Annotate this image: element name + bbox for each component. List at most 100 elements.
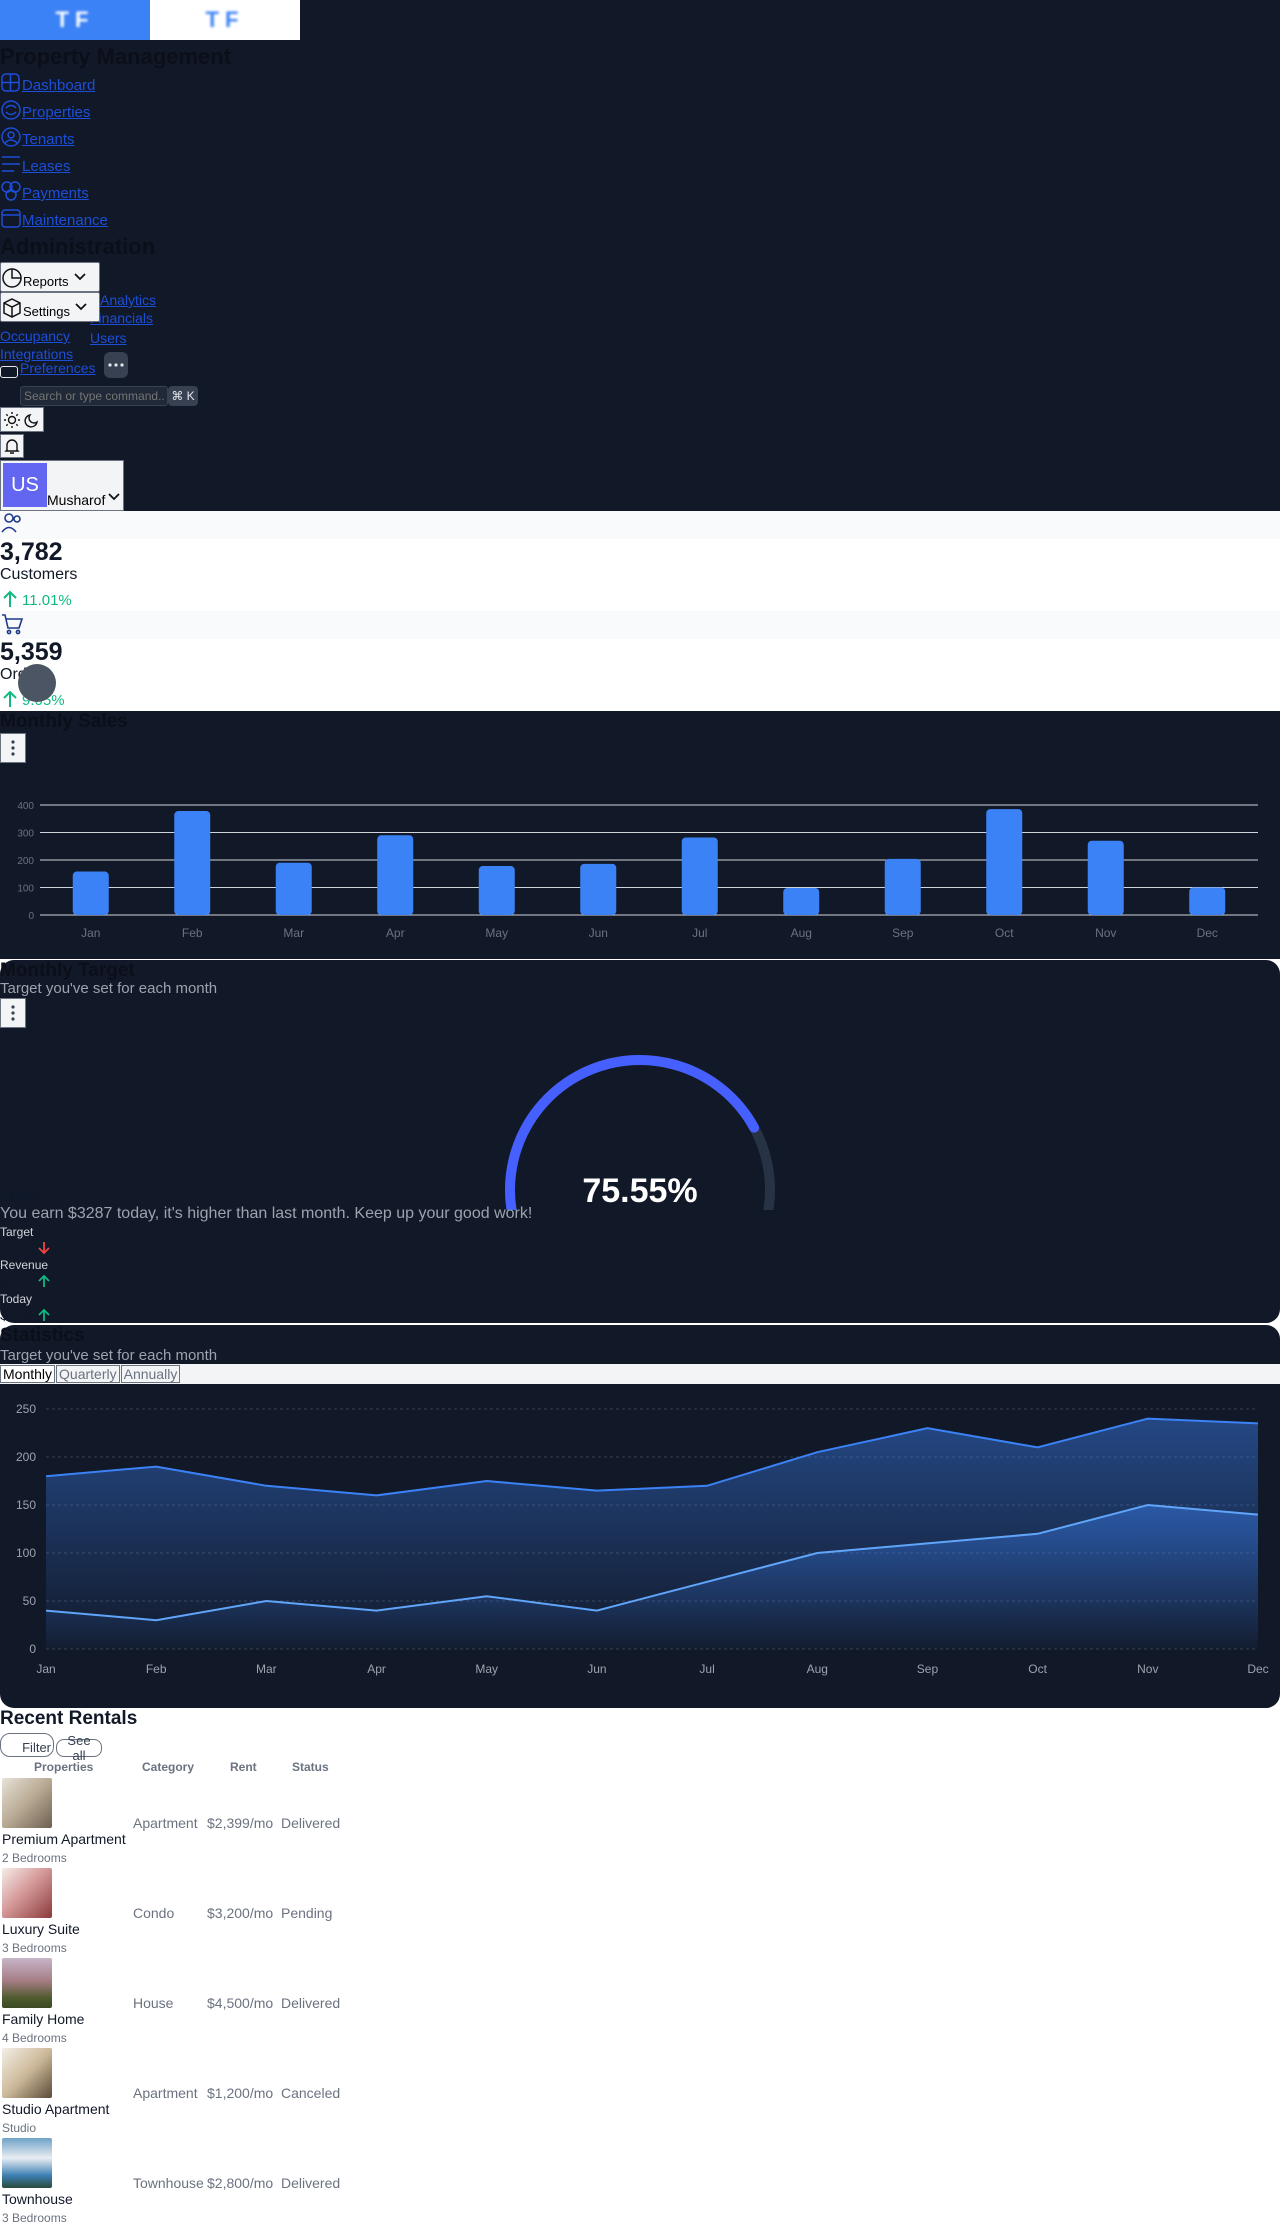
table-header: Category	[142, 1760, 195, 1774]
monthly-sales-card: Monthly Sales 0 100 200 300 400 Jan Feb Mar Apr M…	[0, 711, 1280, 959]
filter-label: Filter	[22, 1740, 51, 1755]
sidebar-item-label: Properties	[22, 104, 91, 121]
arrow-up-icon	[38, 1274, 50, 1288]
logo-dark-variant: TF	[0, 0, 150, 40]
property-subtitle: 3 Bedrooms	[2, 1941, 67, 1955]
stat-value-text: $20K	[0, 1272, 36, 1290]
x-tick-label: Jul	[692, 926, 707, 940]
x-tick-label: May	[485, 926, 508, 940]
moon-icon	[24, 413, 39, 428]
user-menu-button[interactable]: US Musharof	[0, 460, 124, 511]
cell-category: House	[133, 1995, 174, 2011]
sidebar-subitem[interactable]: Users	[90, 330, 127, 346]
settings-dropdown[interactable]: Settings	[0, 292, 100, 322]
card-menu-button[interactable]	[0, 998, 26, 1028]
metric-label: Customers	[0, 566, 78, 583]
property-thumbnail	[2, 2048, 52, 2098]
box-icon	[1, 297, 23, 319]
card-menu-button[interactable]	[0, 733, 26, 763]
period-tabs: Monthly Quarterly Annually	[0, 1364, 1280, 1384]
sidebar-toggle-icon[interactable]	[0, 366, 18, 378]
x-tick-label: Oct	[1028, 1662, 1047, 1676]
y-tick-label: 100	[16, 1546, 36, 1560]
sidebar-item-tenants[interactable]: Tenants	[0, 126, 75, 148]
filter-button[interactable]: Filter	[0, 1733, 54, 1757]
bar-jul	[681, 837, 718, 915]
property-name: Family Home	[2, 2011, 85, 2027]
sidebar-item-dashboard[interactable]: Dashboard	[0, 72, 95, 94]
card-title: Monthly Target	[0, 960, 135, 981]
y-tick-label: 100	[17, 884, 34, 895]
metric-delta: 11.01%	[0, 589, 72, 609]
more-button[interactable]	[104, 352, 128, 378]
theme-toggle[interactable]	[0, 407, 44, 432]
pie-chart-icon	[1, 267, 23, 289]
chevron-down-icon	[107, 489, 121, 503]
property-subtitle: 2 Bedrooms	[2, 1851, 67, 1865]
x-tick-label: Feb	[146, 1662, 167, 1676]
bar-feb	[174, 811, 211, 915]
x-tick-label: Dec	[1197, 926, 1218, 940]
x-tick-label: Jul	[699, 1662, 714, 1676]
tab-monthly[interactable]: Monthly	[0, 1365, 56, 1383]
y-tick-label: 150	[16, 1498, 36, 1512]
y-tick-label: 200	[17, 856, 34, 867]
property-name: Luxury Suite	[2, 1921, 80, 1937]
sidebar-subitem[interactable]: Preferences	[20, 360, 95, 376]
cell-status: Delivered	[281, 1995, 341, 2011]
bar-sep	[884, 858, 921, 915]
card-subtitle: Target you've set for each month	[0, 1347, 218, 1364]
sidebar-subitem[interactable]: Occupancy	[0, 328, 70, 344]
cell-category: Apartment	[133, 1815, 198, 1831]
target-note: You earn $3287 today, it's higher than l…	[0, 1205, 533, 1222]
notifications-button[interactable]	[0, 434, 24, 458]
x-tick-label: Mar	[256, 1662, 277, 1676]
list-icon	[0, 153, 22, 175]
chevron-down-icon	[74, 299, 88, 313]
cell-rent: $4,500/mo	[207, 1995, 274, 2011]
sidebar-item-payments[interactable]: Payments	[0, 180, 89, 202]
metric-value: 5,359	[0, 638, 63, 666]
table-header: Status	[292, 1760, 329, 1774]
card-title: Statistics	[0, 1325, 85, 1346]
cell-status: Delivered	[281, 1815, 341, 1831]
sidebar-item-maintenance[interactable]: Maintenance	[0, 207, 108, 229]
table-header: Rent	[230, 1760, 257, 1774]
cell-category: Apartment	[133, 2085, 198, 2101]
y-tick-label: 250	[16, 1402, 36, 1416]
floating-cursor-dot	[18, 664, 56, 702]
sidebar-item-label: Leases	[22, 158, 71, 175]
dots-horizontal-icon	[108, 363, 124, 367]
search-input[interactable]	[20, 386, 168, 406]
tab-annually[interactable]: Annually	[120, 1365, 181, 1383]
cart-icon	[0, 612, 24, 636]
bar-dec	[1189, 887, 1226, 915]
arrow-up-icon	[38, 1308, 50, 1322]
bar-nov	[1087, 840, 1124, 915]
cell-status: Canceled	[281, 2085, 341, 2101]
property-subtitle: 4 Bedrooms	[2, 2031, 67, 2045]
users-icon	[0, 126, 22, 148]
property-name: Studio Apartment	[2, 2101, 110, 2117]
property-subtitle: Studio	[2, 2121, 37, 2135]
property-thumbnail	[2, 1778, 52, 1828]
x-tick-label: Oct	[995, 926, 1014, 940]
tab-quarterly[interactable]: Quarterly	[56, 1365, 120, 1383]
sidebar-subitem[interactable]: Analytics	[100, 292, 156, 308]
shortcut-hint: ⌘ K	[168, 386, 198, 406]
dots-vertical-icon	[11, 1005, 15, 1021]
x-tick-label: Aug	[791, 926, 812, 940]
logo[interactable]: TF TF	[0, 0, 300, 40]
target-gauge: 75.55%	[505, 1055, 775, 1210]
metric-card-customers-header	[0, 511, 1280, 539]
sidebar-item-properties[interactable]: Properties	[0, 99, 90, 121]
settings-label: Settings	[23, 304, 70, 319]
sidebar-subitem[interactable]: Integrations	[0, 346, 73, 362]
avatar: US	[3, 463, 47, 507]
y-tick-label: 200	[16, 1450, 36, 1464]
reports-dropdown[interactable]: Reports	[0, 262, 100, 292]
y-tick-label: 0	[29, 1642, 36, 1656]
sidebar-item-label: Maintenance	[22, 212, 108, 229]
sidebar-item-leases[interactable]: Leases	[0, 153, 70, 175]
see-all-button[interactable]: See all	[56, 1733, 102, 1763]
